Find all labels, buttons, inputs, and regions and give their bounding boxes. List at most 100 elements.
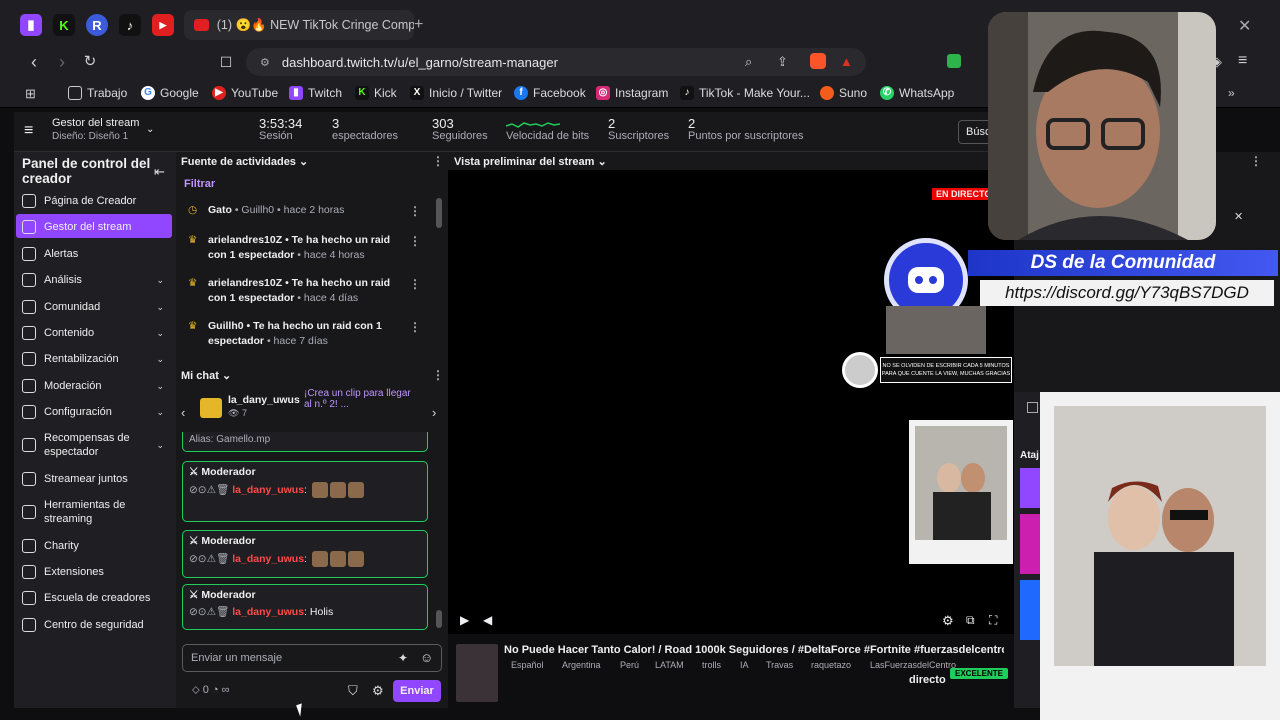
close-window-icon[interactable]: ✕ <box>1238 16 1251 36</box>
tiktok-tab-icon[interactable]: ♪ <box>119 14 141 36</box>
more-bookmarks-icon[interactable]: » <box>1228 86 1235 100</box>
mod-tools-icon[interactable]: ⊘⊙⚠🗑 <box>189 553 229 565</box>
mute-icon[interactable]: ◀ <box>483 613 492 627</box>
kick-tab-icon[interactable]: K <box>53 14 75 36</box>
tag[interactable]: IA <box>740 660 749 670</box>
mod-tools-icon[interactable]: ⊘⊙⚠🗑 <box>189 606 229 618</box>
tag[interactable]: Travas <box>766 660 793 670</box>
play-icon[interactable]: ▶ <box>460 613 469 627</box>
bookmark-tiktok[interactable]: ♪ TikTok - Make Your... <box>680 86 810 100</box>
settings-icon[interactable]: ⚙ <box>942 613 954 629</box>
sidebar-item[interactable]: Streamear juntos <box>16 472 174 486</box>
chat-header[interactable]: Mi chat ⌄ <box>181 369 231 382</box>
bookmark-youtube[interactable]: ▶ YouTube <box>212 86 278 100</box>
bookmark-suno[interactable]: Suno <box>820 86 867 100</box>
sidebar-item-label: Escuela de creadores <box>44 592 151 604</box>
sidebar-item[interactable]: Recompensas de espectador ⌄ <box>16 431 174 459</box>
tag[interactable]: Español <box>511 660 544 670</box>
bookmark-whatsapp[interactable]: ✆ WhatsApp <box>880 86 954 100</box>
sidebar-item[interactable]: Rentabilización ⌄ <box>16 352 174 366</box>
sidebar-item[interactable]: Página de Creador <box>16 194 174 208</box>
sidebar-item[interactable]: Centro de seguridad <box>16 618 174 632</box>
bookmark-icon[interactable]: ☐ <box>216 52 236 72</box>
tag[interactable]: Argentina <box>562 660 601 670</box>
extension-icon[interactable] <box>947 54 961 68</box>
activity-more-icon[interactable]: ⋮ <box>432 154 444 168</box>
sidebar-item[interactable]: Configuración ⌄ <box>16 405 174 419</box>
bookmark-twitter[interactable]: X Inicio / Twitter <box>410 86 502 100</box>
clip-cta[interactable]: ¡Crea un clip para llegar al n.º 2! ... <box>304 388 414 410</box>
event-more-icon[interactable]: ⋮ <box>409 320 421 334</box>
new-tab-icon[interactable]: + <box>414 16 423 34</box>
stat-viewers: 3 espectadores <box>332 116 399 142</box>
sidebar-item[interactable]: Herramientas de streaming <box>16 498 174 526</box>
send-button[interactable]: Enviar <box>393 680 441 702</box>
chevron-left-icon[interactable]: ‹ <box>181 405 185 420</box>
bookmark-twitch[interactable]: ▮ Twitch <box>289 86 342 100</box>
chevron-down-icon[interactable]: ⌄ <box>146 124 154 135</box>
reload-icon[interactable]: ↻ <box>80 52 100 72</box>
activity-scrollbar[interactable] <box>436 198 442 228</box>
settings-gear-icon[interactable]: ⚙ <box>372 683 384 699</box>
sidebar-item[interactable]: Escuela de creadores <box>16 591 174 605</box>
sidebar-item[interactable]: Contenido ⌄ <box>16 326 174 340</box>
menu-icon[interactable]: ≡ <box>1238 52 1247 70</box>
emoji-icon[interactable]: ☺ <box>420 650 433 665</box>
event-more-icon[interactable]: ⋮ <box>409 277 421 291</box>
bookmark-instagram[interactable]: ◎ Instagram <box>596 86 668 100</box>
event-more-icon[interactable]: ⋮ <box>409 234 421 248</box>
shortcut-tile[interactable] <box>1020 580 1040 640</box>
sidebar-item[interactable]: Análisis ⌄ <box>16 273 174 287</box>
site-info-icon[interactable]: ⚙ <box>260 56 270 69</box>
activity-feed-header[interactable]: Fuente de actividades ⌄ <box>181 155 308 168</box>
chevron-right-icon[interactable]: › <box>432 405 436 420</box>
sidebar-item[interactable]: Moderación ⌄ <box>16 379 174 393</box>
fullscreen-icon[interactable]: ⛶ <box>989 613 997 628</box>
collapse-sidebar-icon[interactable]: ⇤ <box>154 164 165 180</box>
sidebar-item[interactable]: Charity <box>16 539 174 553</box>
bookmark-google[interactable]: G Google <box>141 86 199 100</box>
bookmark-facebook[interactable]: f Facebook <box>514 86 586 100</box>
bookmark-kick[interactable]: K Kick <box>355 86 397 100</box>
back-icon[interactable]: ‹ <box>24 52 44 72</box>
chevron-down-icon: ⌄ <box>156 380 164 391</box>
zoom-icon[interactable]: ⌕ <box>745 54 752 70</box>
channel-points[interactable]: ⬦ 0 ◔ ∞ <box>192 684 230 697</box>
preview-header[interactable]: Vista preliminar del stream ⌄ <box>454 155 607 168</box>
brave-shield-icon[interactable] <box>810 53 826 69</box>
layout-selector[interactable]: Gestor del stream Diseño: Diseño 1 <box>52 117 139 143</box>
sidebar-item[interactable]: Gestor del stream <box>16 220 174 234</box>
tag[interactable]: Perú <box>620 660 639 670</box>
chat-more-icon[interactable]: ⋮ <box>432 368 444 382</box>
filter-button[interactable]: Filtrar <box>184 178 215 190</box>
bookmark-trabajo[interactable]: Trabajo <box>68 86 127 100</box>
sidebar-item[interactable]: Comunidad ⌄ <box>16 300 174 314</box>
event-more-icon[interactable]: ⋮ <box>409 204 421 218</box>
tag[interactable]: trolls <box>702 660 721 670</box>
hamburger-menu-icon[interactable]: ≡ <box>24 122 33 140</box>
tag[interactable]: LasFuerzasdelCentro <box>870 660 956 670</box>
tag[interactable]: LATAM <box>655 660 684 670</box>
apps-grid-icon[interactable]: ⊞ <box>25 86 36 102</box>
shortcut-tile[interactable] <box>1020 514 1040 574</box>
sidebar-item[interactable]: Extensiones <box>16 565 174 579</box>
forward-icon[interactable]: › <box>52 52 72 72</box>
r-tab-icon[interactable]: R <box>86 14 108 36</box>
youtube-tab-icon[interactable]: ▶ <box>152 14 174 36</box>
chat-scrollbar[interactable] <box>436 610 442 628</box>
active-tab[interactable]: (1) 😮🔥 NEW TikTok Cringe Compil... <box>184 10 414 40</box>
brave-rewards-icon[interactable]: ▲ <box>840 54 853 69</box>
close-icon[interactable]: ✕ <box>1234 210 1243 223</box>
twitch-tab-icon[interactable]: ▮ <box>20 14 42 36</box>
url-bar[interactable]: ⚙ dashboard.twitch.tv/u/el_garno/stream-… <box>246 48 866 76</box>
shortcut-tile[interactable] <box>1020 468 1040 508</box>
tag[interactable]: raquetazo <box>811 660 851 670</box>
shield-icon[interactable]: ⛉ <box>348 683 358 699</box>
share-icon[interactable]: ⇪ <box>777 54 788 70</box>
panel-more-icon[interactable]: ⋮ <box>1250 154 1262 168</box>
popout-icon[interactable]: ⧉ <box>966 613 975 628</box>
sidebar-item[interactable]: Alertas <box>16 247 174 261</box>
magic-wand-icon[interactable]: ✦ <box>398 651 408 665</box>
checkbox[interactable] <box>1027 402 1038 413</box>
mod-tools-icon[interactable]: ⊘⊙⚠🗑 <box>189 484 229 496</box>
